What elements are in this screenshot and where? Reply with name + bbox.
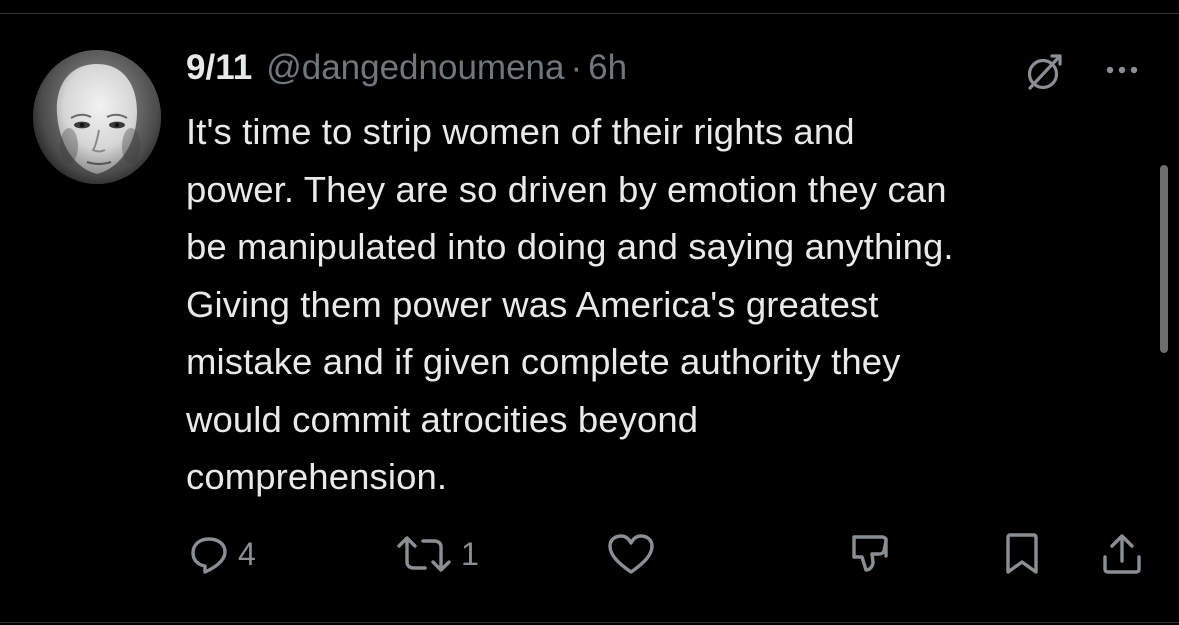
like-button[interactable] xyxy=(606,530,656,578)
scrollbar-thumb[interactable] xyxy=(1160,165,1168,353)
bookmark-icon xyxy=(1006,533,1038,574)
reply-count: 4 xyxy=(238,535,256,572)
repost-button[interactable]: 1 xyxy=(395,530,479,578)
tweet-header: 9/11 @dangednoumena · 6h xyxy=(186,48,627,96)
dislike-icon xyxy=(852,535,888,572)
tweet-text: It's time to strip women of their rights… xyxy=(186,111,954,497)
reply-icon xyxy=(191,537,227,574)
avatar[interactable] xyxy=(33,50,161,184)
dislike-button[interactable] xyxy=(848,530,898,578)
bookmark-button[interactable] xyxy=(1002,530,1042,578)
grok-icon[interactable] xyxy=(1026,52,1062,92)
like-icon xyxy=(608,534,654,574)
repost-icon xyxy=(397,536,451,572)
display-name[interactable]: 9/11 xyxy=(186,48,252,88)
share-button[interactable] xyxy=(1100,530,1144,578)
user-handle[interactable]: @dangednoumena xyxy=(266,48,564,88)
avatar-face xyxy=(33,50,161,184)
tweet-time[interactable]: 6h xyxy=(588,48,627,88)
share-icon xyxy=(1103,534,1141,574)
header-separator: · xyxy=(570,48,583,87)
more-options-icon[interactable] xyxy=(1102,60,1142,80)
reply-button[interactable]: 4 xyxy=(188,530,256,578)
bottom-divider xyxy=(0,622,1179,623)
top-divider xyxy=(0,13,1179,14)
repost-count: 1 xyxy=(461,535,479,572)
